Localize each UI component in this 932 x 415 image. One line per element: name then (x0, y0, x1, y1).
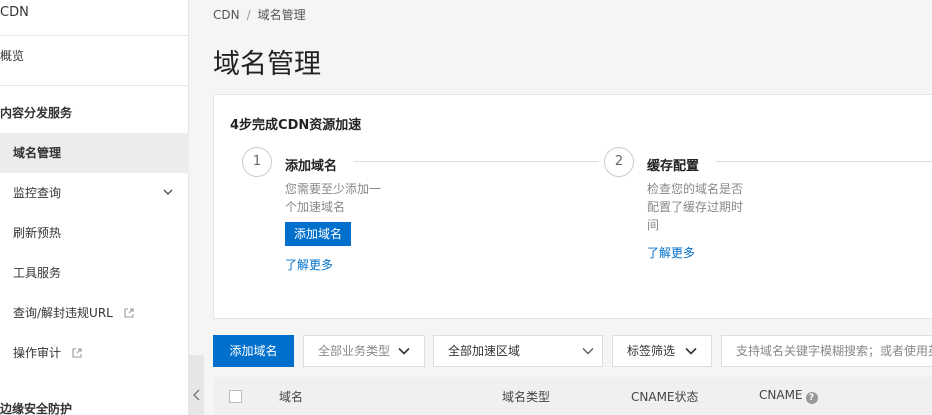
step-description-line: 您需要至少添加一 (285, 182, 382, 196)
breadcrumb-current: 域名管理 (257, 8, 306, 22)
sidebar-item-monitoring[interactable]: 监控查询 (0, 173, 189, 213)
step-add-domain-button[interactable]: 添加域名 (285, 222, 352, 246)
sidebar-divider (0, 85, 189, 86)
sidebar-item-tools[interactable]: 工具服务 (0, 253, 189, 293)
step-description: 检查您的域名是否 配置了缓存过期时 间 (647, 180, 759, 234)
external-link-icon (124, 308, 134, 318)
column-header-domain-type[interactable]: 域名类型 (502, 388, 550, 405)
sidebar-title: CDN (0, 0, 188, 36)
select-value: 标签筛选 (627, 344, 676, 358)
guide-title: 4步完成CDN资源加速 (230, 118, 362, 133)
step-description-line: 配置了缓存过期时 (647, 200, 744, 214)
step-number: 1 (242, 147, 272, 177)
chevron-down-icon (163, 189, 173, 195)
sidebar-item-audit[interactable]: 操作审计 (0, 333, 189, 373)
step-learn-more-link[interactable]: 了解更多 (647, 244, 695, 261)
select-all-checkbox[interactable] (229, 390, 242, 403)
sidebar-group-content[interactable]: 内容分发服务 (0, 93, 189, 133)
sidebar-item-refresh[interactable]: 刷新预热 (0, 213, 189, 253)
getting-started-guide: 4步完成CDN资源加速 1 添加域名 您需要至少添加一 个加速域名 添加域名 了… (213, 94, 932, 319)
breadcrumb-separator: / (246, 8, 251, 22)
sidebar-item-violation-url[interactable]: 查询/解封违规URL (0, 293, 189, 333)
chevron-down-icon (398, 347, 410, 355)
step-description: 您需要至少添加一 个加速域名 (285, 180, 397, 216)
step-connector (716, 161, 932, 162)
step-title: 缓存配置 (647, 159, 700, 174)
business-type-select[interactable]: 全部业务类型 (303, 335, 425, 367)
sidebar: CDN 概览 内容分发服务 域名管理 监控查询 刷新预热 工具服务 查询/解封违… (0, 0, 189, 415)
chevron-down-icon (685, 347, 697, 355)
domain-search-input[interactable]: 支持域名关键字模糊搜索；或者使用英 (721, 335, 932, 367)
tag-filter-select[interactable]: 标签筛选 (612, 335, 712, 367)
sidebar-item-label: 操作审计 (13, 346, 62, 360)
sidebar-group-edge-security[interactable]: 边缘安全防护 (0, 389, 189, 415)
add-domain-button[interactable]: 添加域名 (213, 335, 294, 367)
main-content: CDN / 域名管理 域名管理 4步完成CDN资源加速 1 添加域名 您需要至少添加… (189, 0, 932, 415)
step-title: 添加域名 (285, 159, 338, 174)
column-header-cname[interactable]: CNAME? (759, 388, 818, 404)
chevron-down-icon (582, 348, 594, 355)
region-select[interactable]: 全部加速区域 (433, 335, 603, 367)
sidebar-item-overview[interactable]: 概览 (0, 36, 189, 76)
step-learn-more-link[interactable]: 了解更多 (285, 256, 333, 273)
breadcrumb: CDN / 域名管理 (213, 6, 306, 23)
step-description-line: 间 (647, 218, 660, 232)
page-title: 域名管理 (213, 49, 321, 80)
sidebar-item-label: 监控查询 (13, 186, 62, 200)
help-icon[interactable]: ? (805, 392, 818, 404)
sidebar-item-label: 查询/解封违规URL (13, 306, 113, 320)
column-header-label: CNAME (759, 388, 803, 402)
step-connector (354, 161, 599, 162)
column-header-cname-status[interactable]: CNAME状态 (631, 388, 699, 405)
external-link-icon (72, 348, 82, 358)
select-value: 全部业务类型 (318, 344, 391, 358)
domain-table-header: 域名 域名类型 CNAME状态 CNAME? (213, 377, 932, 415)
sidebar-item-domain-management[interactable]: 域名管理 (0, 133, 189, 173)
column-header-domain[interactable]: 域名 (279, 388, 303, 405)
select-value: 全部加速区域 (448, 344, 521, 358)
step-description-line: 检查您的域名是否 (647, 182, 744, 196)
step-number: 2 (604, 147, 634, 177)
breadcrumb-root[interactable]: CDN (213, 8, 240, 22)
step-description-line: 个加速域名 (285, 200, 346, 214)
